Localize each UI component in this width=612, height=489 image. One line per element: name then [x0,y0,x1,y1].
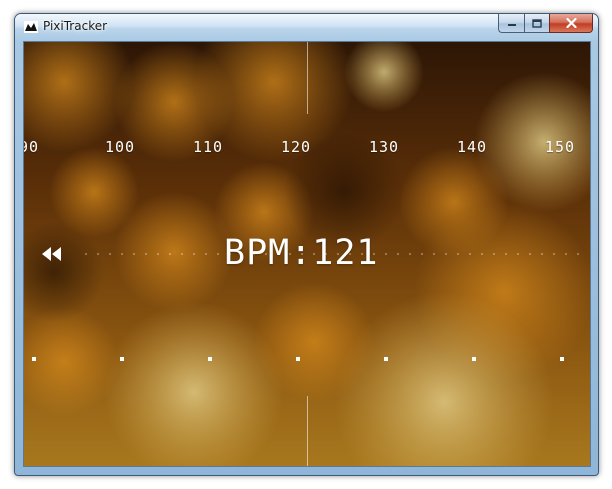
beat-marker [384,357,388,361]
bpm-scale[interactable]: 90 100 110 120 130 140 150 [24,138,590,160]
maximize-icon [532,18,542,28]
beat-marker [472,357,476,361]
maximize-button[interactable] [524,14,549,33]
bpm-display: BPM:121 [224,233,379,273]
bpm-tick-140: 140 [456,138,488,156]
window-title: PixiTracker [43,19,108,33]
bpm-tick-150: 150 [544,138,576,156]
beat-marker [208,357,212,361]
caption-buttons [498,14,593,33]
title-bar[interactable]: PixiTracker [15,14,598,41]
beat-marker [560,357,564,361]
minimize-button[interactable] [498,14,524,33]
beat-marker [32,357,36,361]
playhead-line-bottom [307,396,308,466]
close-icon [565,18,577,28]
rewind-button[interactable] [38,241,66,267]
app-logo-icon [24,21,38,33]
bpm-tick-100: 100 [104,138,136,156]
rewind-icon [42,247,61,261]
tracker-canvas[interactable]: 90 100 110 120 130 140 150 BPM:121 [23,41,591,467]
bpm-tick-130: 130 [368,138,400,156]
bpm-tick-110: 110 [192,138,224,156]
playhead-line-top [307,42,308,114]
bpm-tick-120: 120 [280,138,312,156]
app-window: PixiTracker 0 100 110 120 130 140 150 BP… [14,13,599,476]
bpm-tick-90: 90 [24,138,40,156]
beat-marker [120,357,124,361]
close-button[interactable] [549,14,593,33]
beat-marker [296,357,300,361]
minimize-icon [507,24,516,26]
